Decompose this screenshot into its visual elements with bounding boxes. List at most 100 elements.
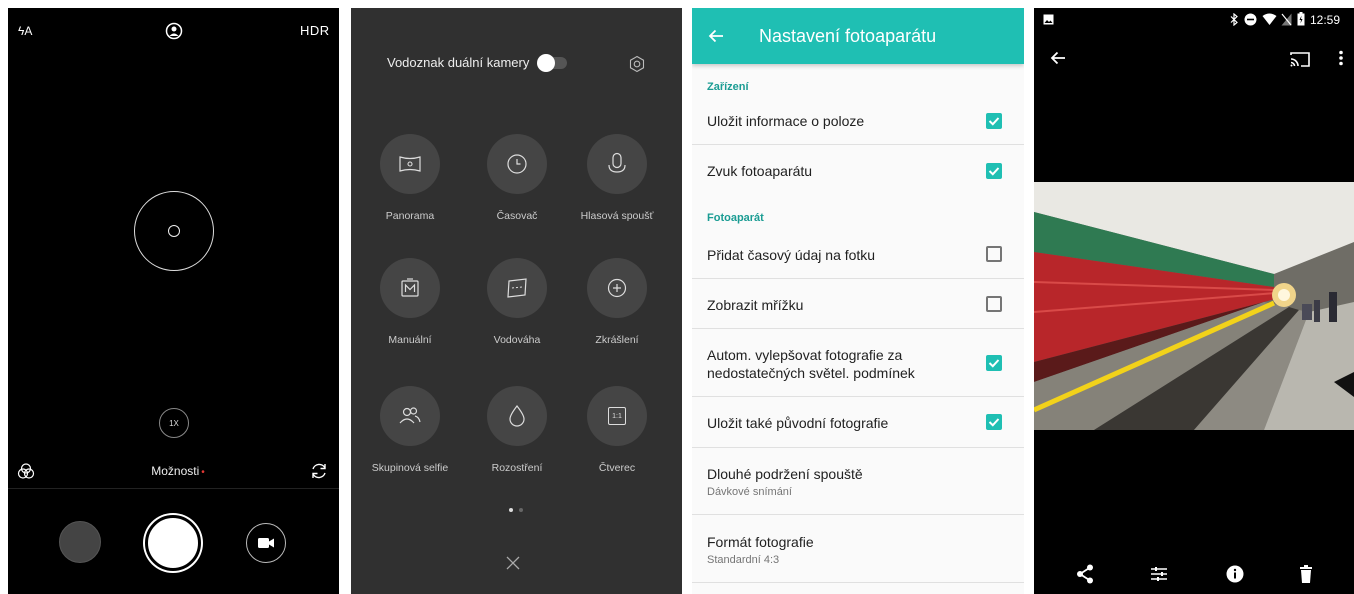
- square-icon: 1:1: [608, 407, 626, 425]
- setting-subtitle: Dávkové snímání: [707, 486, 792, 498]
- mode-label: Hlasová spoušť: [580, 210, 654, 222]
- mode-level[interactable]: Vodováha: [462, 258, 572, 346]
- mode-timer[interactable]: Časovač: [462, 134, 572, 222]
- mode-label: Čtverec: [598, 462, 636, 474]
- mode-panorama[interactable]: Panorama: [355, 134, 465, 222]
- section-header-device: Zařízení: [707, 81, 749, 93]
- mode-blur[interactable]: Rozostření: [462, 386, 572, 474]
- mode-circle: [587, 134, 647, 194]
- mode-circle: [587, 258, 647, 318]
- filters-icon[interactable]: [17, 462, 35, 480]
- mode-beautify[interactable]: Zkrášlení: [562, 258, 672, 346]
- page-indicator[interactable]: [519, 508, 523, 512]
- mode-label: Zkrášlení: [595, 334, 639, 346]
- checkbox-checked[interactable]: [986, 414, 1002, 430]
- mode-circle: [487, 386, 547, 446]
- checkbox-unchecked[interactable]: [986, 296, 1002, 312]
- mode-label: Vodováha: [493, 334, 541, 346]
- setting-save-original[interactable]: Uložit také původní fotografie: [692, 397, 1024, 448]
- timer-icon: [507, 154, 527, 174]
- metro-station-photo[interactable]: [1034, 182, 1354, 430]
- dual-camera-watermark-label: Vodoznak duální kamery: [387, 55, 530, 70]
- info-icon[interactable]: [1226, 565, 1244, 583]
- more-vert-icon[interactable]: [1339, 50, 1343, 66]
- page-indicator-active: [509, 508, 513, 512]
- hdr-icon[interactable]: HDR: [300, 23, 330, 38]
- status-bar: 12:59: [1034, 8, 1354, 32]
- level-icon: [507, 278, 527, 298]
- setting-title: Autom. vylepšovat fotografie za: [707, 347, 903, 363]
- portrait-icon[interactable]: [165, 22, 183, 40]
- mode-voice-shutter[interactable]: Hlasová spoušť: [562, 134, 672, 222]
- camera-modes-panel: Vodoznak duální kamery Panorama Časovač …: [351, 8, 682, 594]
- setting-long-press-shutter[interactable]: Dlouhé podržení spouště Dávkové snímání: [692, 448, 1024, 515]
- camera-viewfinder-panel: ϟA HDR 1X Možnosti •: [8, 8, 339, 594]
- mode-square[interactable]: 1:1 Čtverec: [562, 386, 672, 474]
- options-notification-dot: •: [201, 467, 205, 478]
- mode-label: Skupinová selfie: [371, 462, 449, 474]
- wifi-icon: [1262, 13, 1277, 26]
- setting-photo-format[interactable]: Formát fotografie Standardní 4:3: [692, 515, 1024, 583]
- share-icon[interactable]: [1076, 564, 1094, 584]
- mode-circle: [487, 258, 547, 318]
- gallery-notification-icon: [1043, 14, 1054, 25]
- panorama-icon: [399, 156, 421, 172]
- setting-shutter-sound[interactable]: Zvuk fotoaparátu: [692, 145, 1024, 197]
- setting-title: Uložit informace o poloze: [707, 113, 865, 129]
- checkbox-checked[interactable]: [986, 113, 1002, 129]
- status-time: 12:59: [1310, 13, 1341, 27]
- back-arrow-icon[interactable]: [708, 29, 724, 43]
- mode-circle: [487, 134, 547, 194]
- switch-camera-icon[interactable]: [309, 461, 329, 481]
- mode-circle: [380, 386, 440, 446]
- settings-gear-icon[interactable]: [628, 55, 646, 73]
- delete-icon[interactable]: [1299, 565, 1313, 583]
- setting-title: Zobrazit mřížku: [707, 297, 804, 313]
- mode-group-selfie[interactable]: Skupinová selfie: [355, 386, 465, 474]
- options-button[interactable]: Možnosti •: [128, 464, 228, 478]
- photo-viewer-panel: 12:59: [1034, 8, 1354, 594]
- shutter-button[interactable]: [145, 515, 201, 571]
- back-arrow-icon[interactable]: [1050, 51, 1066, 65]
- setting-save-location[interactable]: Uložit informace o poloze: [692, 96, 1024, 145]
- no-sim-icon: [1281, 13, 1292, 26]
- setting-low-light-enhance[interactable]: Autom. vylepšovat fotografie za nedostat…: [692, 329, 1024, 397]
- setting-title: Přidat časový údaj na fotku: [707, 247, 876, 263]
- setting-show-grid[interactable]: Zobrazit mřížku: [692, 279, 1024, 329]
- options-label: Možnosti: [151, 464, 200, 478]
- video-mode-button[interactable]: [246, 523, 286, 563]
- mode-label: Manuální: [388, 334, 432, 346]
- page-title: Nastavení fotoaparátu: [759, 26, 937, 46]
- bluetooth-icon: [1230, 13, 1238, 26]
- mode-circle: [380, 134, 440, 194]
- checkbox-checked[interactable]: [986, 355, 1002, 371]
- divider: [8, 488, 339, 489]
- mode-circle: 1:1: [587, 386, 647, 446]
- checkbox-checked[interactable]: [986, 163, 1002, 179]
- cast-icon[interactable]: [1290, 51, 1310, 67]
- setting-subtitle: Standardní 4:3: [707, 554, 780, 566]
- video-icon: [258, 538, 274, 548]
- manual-icon: [401, 278, 419, 297]
- close-icon[interactable]: [506, 556, 520, 570]
- blur-drop-icon: [509, 405, 525, 427]
- camera-settings-panel: Nastavení fotoaparátu Zařízení Uložit in…: [692, 8, 1024, 594]
- flash-auto-icon[interactable]: ϟA: [18, 24, 32, 38]
- edit-adjust-icon[interactable]: [1150, 566, 1168, 582]
- toggle-knob[interactable]: [537, 54, 555, 72]
- focus-point: [168, 225, 180, 237]
- mode-label: Rozostření: [491, 462, 543, 474]
- checkbox-unchecked[interactable]: [986, 246, 1002, 262]
- mode-circle: [380, 258, 440, 318]
- setting-title: Formát fotografie: [707, 534, 814, 550]
- microphone-icon: [608, 152, 626, 173]
- mode-manual[interactable]: Manuální: [355, 258, 465, 346]
- section-header-camera: Fotoaparát: [707, 212, 764, 224]
- dnd-icon: [1244, 13, 1257, 26]
- group-selfie-icon: [399, 407, 421, 424]
- app-bar: Nastavení fotoaparátu: [692, 8, 1024, 64]
- setting-title: Zvuk fotoaparátu: [707, 163, 813, 179]
- setting-timestamp[interactable]: Přidat časový údaj na fotku: [692, 228, 1024, 279]
- gallery-thumbnail[interactable]: [59, 521, 101, 563]
- zoom-button[interactable]: 1X: [159, 408, 189, 438]
